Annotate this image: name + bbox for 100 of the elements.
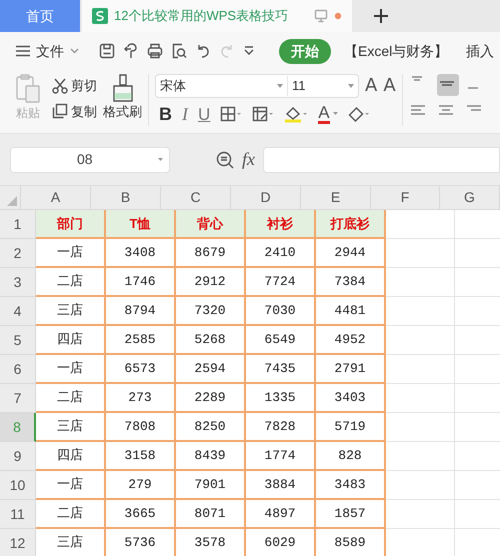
document-tab[interactable]: 12个比较常用的WPS表格技巧 xyxy=(82,0,352,32)
table-cell: 1335 xyxy=(246,384,316,413)
table-cell: 5719 xyxy=(316,413,386,442)
table-cell: 3884 xyxy=(246,471,316,500)
fill-color-icon[interactable] xyxy=(284,105,308,123)
clipboard-icon xyxy=(15,74,41,104)
table-cell: 3158 xyxy=(106,442,176,471)
row-header[interactable]: 9 xyxy=(0,442,36,471)
zoom-icon[interactable] xyxy=(216,150,234,168)
grow-font-button[interactable]: A xyxy=(365,77,378,95)
table-cell: 8250 xyxy=(176,413,246,442)
column-header[interactable]: A xyxy=(21,186,91,209)
copy-button[interactable]: 复制 xyxy=(52,102,97,121)
print-preview-icon[interactable] xyxy=(171,43,187,59)
table-cell: 8679 xyxy=(176,239,246,268)
table-cell: 1857 xyxy=(316,500,386,529)
column-header[interactable]: F xyxy=(371,186,440,209)
chevron-down-icon xyxy=(70,48,79,54)
table-cell: 衬衫 xyxy=(246,210,316,239)
unsaved-dot-icon xyxy=(334,12,342,20)
row-header[interactable]: 2 xyxy=(0,239,36,268)
table-cell: 三店 xyxy=(36,297,106,326)
cell-style-icon[interactable] xyxy=(252,106,274,122)
tab-title: 12个比较常用的WPS表格技巧 xyxy=(114,7,288,26)
table-cell: 2410 xyxy=(246,239,316,268)
table-cell: 4481 xyxy=(316,297,386,326)
table-cell: 2944 xyxy=(316,239,386,268)
table-cell: 背心 xyxy=(176,210,246,239)
table-cell: 2585 xyxy=(106,326,176,355)
brush-icon xyxy=(112,74,134,102)
table-cell: 3408 xyxy=(106,239,176,268)
row-header[interactable]: 3 xyxy=(0,268,36,297)
table-cell: 7808 xyxy=(106,413,176,442)
table-cell: 8071 xyxy=(176,500,246,529)
home-tab[interactable]: 首页 xyxy=(0,0,80,32)
table-cell: 273 xyxy=(106,384,176,413)
bold-button[interactable]: B xyxy=(159,105,172,123)
table-cell: 1746 xyxy=(106,268,176,297)
table-cell: 二店 xyxy=(36,384,106,413)
row-header[interactable]: 11 xyxy=(0,500,36,529)
table-cell: 部门 xyxy=(36,210,106,239)
column-header[interactable]: D xyxy=(231,186,301,209)
row-header[interactable]: 12 xyxy=(0,529,36,556)
column-header[interactable]: E xyxy=(301,186,371,209)
table-cell: 6549 xyxy=(246,326,316,355)
table-cell: 3403 xyxy=(316,384,386,413)
table-cell: 一店 xyxy=(36,355,106,384)
format-painter-button[interactable]: 格式刷 xyxy=(103,74,142,122)
copy-icon xyxy=(52,103,68,120)
table-cell: 7435 xyxy=(246,355,316,384)
underline-button[interactable]: U xyxy=(198,106,210,122)
dropdown-icon[interactable] xyxy=(243,45,255,57)
align-middle-icon[interactable] xyxy=(436,74,459,96)
italic-button[interactable]: I xyxy=(182,105,188,123)
table-cell: 828 xyxy=(316,442,386,471)
row-header[interactable]: 1 xyxy=(0,210,36,239)
table-cell: 7901 xyxy=(176,471,246,500)
row-header[interactable]: 6 xyxy=(0,355,36,384)
column-header[interactable]: C xyxy=(161,186,231,209)
cut-button[interactable]: 剪切 xyxy=(52,76,97,96)
row-header[interactable]: 10 xyxy=(0,471,36,500)
name-box[interactable]: 08 xyxy=(10,146,170,172)
row-header[interactable]: 5 xyxy=(0,326,36,355)
table-cell: 二店 xyxy=(36,268,106,297)
table-cell: 4952 xyxy=(316,326,386,355)
table-cell: 2289 xyxy=(176,384,246,413)
table-cell: 4897 xyxy=(246,500,316,529)
borders-icon[interactable] xyxy=(220,106,242,122)
row-header[interactable]: 7 xyxy=(0,384,36,413)
table-cell: 1774 xyxy=(246,442,316,471)
table-cell: 5268 xyxy=(176,326,246,355)
table-cell: 3483 xyxy=(316,471,386,500)
caret-icon xyxy=(332,112,338,116)
table-cell: 一店 xyxy=(36,471,106,500)
column-header[interactable]: G xyxy=(440,186,500,209)
ribbon-tab[interactable]: 【Excel与财务】 xyxy=(339,40,454,62)
table-cell: 2791 xyxy=(316,355,386,384)
table-cell: 6573 xyxy=(106,355,176,384)
ribbon-tab[interactable]: 开始 xyxy=(279,38,331,64)
table-cell: 279 xyxy=(106,471,176,500)
print-icon[interactable] xyxy=(147,43,163,59)
table-cell: 打底衫 xyxy=(316,210,386,239)
plus-icon[interactable] xyxy=(374,9,388,23)
table-cell: 7030 xyxy=(246,297,316,326)
save-icon[interactable] xyxy=(99,43,115,59)
table-cell: 2912 xyxy=(176,268,246,297)
shrink-font-button[interactable]: A xyxy=(383,77,396,95)
table-cell: 四店 xyxy=(36,442,106,471)
table-cell: 3665 xyxy=(106,500,176,529)
column-header[interactable]: B xyxy=(91,186,161,209)
font-color-button[interactable]: A xyxy=(318,104,338,124)
ribbon-tab[interactable]: 插入 xyxy=(461,40,500,62)
table-cell: 三店 xyxy=(36,413,106,442)
table-cell: 7384 xyxy=(316,268,386,297)
table-cell: 二店 xyxy=(36,500,106,529)
formula-input[interactable] xyxy=(263,146,500,172)
file-menu[interactable]: 文件 xyxy=(16,40,79,62)
table-cell: 7724 xyxy=(246,268,316,297)
function-button[interactable]: fx xyxy=(242,146,255,173)
row-header[interactable]: 4 xyxy=(0,297,36,326)
